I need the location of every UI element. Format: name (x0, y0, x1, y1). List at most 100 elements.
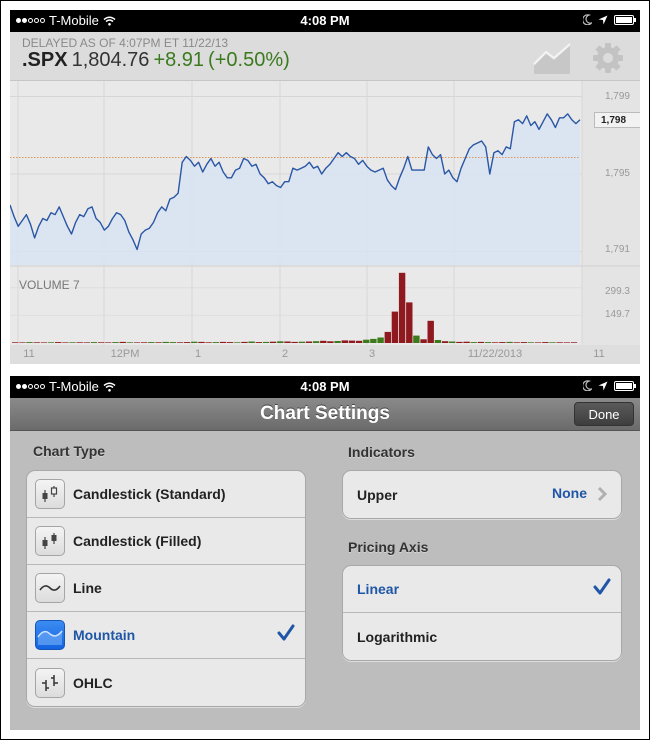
chart-type-list: Candlestick (Standard) Candlestick (Fill… (26, 470, 306, 707)
chart-type-option-line[interactable]: Line (27, 565, 305, 612)
volume-bar (90, 342, 98, 343)
settings-button[interactable] (592, 42, 628, 74)
volume-bar (105, 342, 112, 343)
indicators-header: Indicators (348, 444, 415, 460)
status-bar: T-Mobile 4:08 PM (10, 10, 640, 32)
volume-bar (155, 342, 162, 343)
battery-icon (614, 380, 636, 391)
volume-bar (542, 342, 549, 343)
volume-bar (320, 340, 327, 343)
ohlc-chart-icon (35, 667, 65, 698)
page-title: Chart Settings (260, 403, 390, 424)
chart-type-option-candlestick-standard[interactable]: Candlestick (Standard) (27, 471, 305, 518)
location-arrow-icon (598, 381, 608, 390)
x-tick-label: 11/22/2013 (467, 348, 523, 360)
volume-bar (226, 342, 234, 343)
done-button[interactable]: Done (574, 402, 634, 426)
quote-header: DELAYED AS OF 4:07PM ET 11/22/13 .SPX 1,8… (10, 32, 640, 81)
x-tick-label: 11 (593, 348, 605, 360)
volume-bar (241, 341, 248, 343)
status-time: 4:08 PM (300, 379, 350, 394)
chart-type-button[interactable] (532, 42, 571, 74)
ticker-symbol: .SPX (22, 49, 68, 71)
y-tick-label: 1,799 (604, 91, 630, 102)
checkmark-icon (277, 624, 295, 641)
volume-bar (148, 342, 155, 343)
volume-bar (162, 341, 169, 343)
x-axis: 11 12PM 1 2 3 11/22/2013 11 (10, 345, 640, 364)
volume-bar (169, 342, 176, 343)
volume-bar (334, 341, 341, 343)
volume-bar (341, 340, 348, 343)
volume-bar (133, 342, 141, 343)
volume-bar (55, 342, 62, 343)
chart-area[interactable]: 1,799 1,795 1,791 1,798 VOLUME 7 299.3 1… (10, 81, 640, 345)
volume-bar (62, 342, 69, 343)
candlestick-standard-icon (35, 479, 65, 509)
volume-bar (327, 341, 334, 343)
mountain-chart-icon (35, 620, 65, 650)
volume-bar (441, 341, 449, 343)
volume-bar (305, 341, 313, 343)
upper-indicator-row[interactable]: Upper None (343, 471, 621, 518)
volume-bar (456, 341, 463, 343)
pricing-axis-option-logarithmic[interactable]: Logarithmic (343, 613, 621, 660)
volume-bar (563, 342, 571, 343)
volume-bar (535, 342, 542, 343)
volume-bar (391, 311, 399, 343)
price-volume-chart (10, 81, 640, 345)
volume-bar (470, 342, 477, 343)
volume-bar (141, 342, 148, 343)
volume-bar (527, 342, 535, 343)
volume-bar (248, 341, 255, 343)
pricing-axis-option-linear[interactable]: Linear (343, 566, 621, 613)
volume-bar (312, 341, 320, 343)
last-price: 1,804.76 (71, 49, 150, 71)
volume-bar (513, 342, 520, 343)
volume-bar (499, 342, 506, 343)
volume-bar (484, 342, 492, 343)
option-label: Candlestick (Filled) (73, 533, 202, 549)
chart-type-option-candlestick-filled[interactable]: Candlestick (Filled) (27, 518, 305, 565)
upper-label: Upper (357, 486, 398, 503)
current-price-tag: 1,798 (594, 112, 640, 128)
x-tick-label: 2 (281, 348, 289, 360)
price-change-percent: (+0.50%) (208, 49, 290, 71)
x-tick-label: 3 (368, 348, 376, 360)
volume-bar (298, 341, 305, 343)
y-tick-label: 1,795 (604, 168, 630, 179)
volume-bar (83, 342, 90, 343)
moon-icon (583, 380, 592, 391)
volume-bar (434, 340, 442, 343)
option-label: Line (73, 580, 102, 596)
volume-bar (219, 341, 227, 343)
option-label: Linear (357, 581, 400, 597)
volume-bar (413, 335, 420, 343)
volume-bar (377, 337, 384, 343)
chart-type-option-ohlc[interactable]: OHLC (27, 659, 305, 706)
volume-bar (463, 341, 470, 343)
option-label: OHLC (73, 674, 113, 691)
volume-bar (112, 342, 119, 343)
moon-icon (583, 14, 592, 25)
pricing-axis-header: Pricing Axis (348, 539, 429, 555)
volume-bar (427, 320, 434, 343)
status-right-icons (583, 380, 636, 391)
volume-tick-label: 149.7 (604, 309, 630, 320)
volume-bar (76, 342, 83, 343)
volume-bar (370, 338, 377, 343)
volume-bar (198, 341, 205, 343)
volume-bar (277, 341, 284, 343)
gear-icon (593, 43, 623, 73)
volume-bar (363, 339, 370, 343)
volume-bar (255, 342, 262, 343)
chart-type-option-mountain[interactable]: Mountain (27, 612, 305, 659)
volume-bar (284, 341, 291, 343)
price-change: +8.91 (153, 49, 205, 71)
volume-bar (40, 342, 48, 343)
volume-bar (348, 340, 356, 343)
mountain-chart-icon (533, 43, 571, 74)
volume-bar (291, 341, 298, 343)
volume-bar (477, 341, 485, 343)
volume-bar (26, 342, 33, 343)
